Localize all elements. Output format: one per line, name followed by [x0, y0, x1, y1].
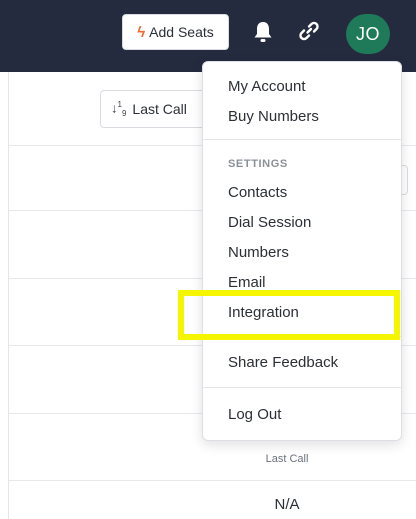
link-icon[interactable]: [298, 19, 320, 43]
sort-label: Last Call: [132, 101, 187, 117]
divider: [9, 480, 416, 481]
menu-item-contacts[interactable]: Contacts: [228, 184, 287, 201]
bolt-icon: ϟ: [137, 23, 146, 41]
add-seats-label: Add Seats: [149, 24, 214, 40]
menu-item-my-account[interactable]: My Account: [228, 78, 306, 95]
menu-separator: [203, 387, 401, 388]
sort-numeric-icon: ↓19: [111, 100, 127, 118]
account-dropdown-menu: My Account Buy Numbers SETTINGS Contacts…: [202, 61, 402, 441]
settings-section-label: SETTINGS: [228, 158, 288, 170]
add-seats-button[interactable]: ϟ Add Seats: [122, 14, 229, 50]
menu-item-share-feedback[interactable]: Share Feedback: [228, 354, 338, 371]
menu-item-integration[interactable]: Integration: [228, 304, 299, 321]
menu-item-numbers[interactable]: Numbers: [228, 244, 289, 261]
menu-item-dial-session[interactable]: Dial Session: [228, 214, 311, 231]
avatar[interactable]: JO: [346, 14, 390, 54]
bell-icon[interactable]: [252, 20, 274, 44]
menu-item-buy-numbers[interactable]: Buy Numbers: [228, 108, 319, 125]
menu-separator: [203, 139, 401, 140]
menu-item-log-out[interactable]: Log Out: [228, 406, 281, 423]
cell-value: N/A: [274, 496, 300, 513]
avatar-initials: JO: [355, 23, 380, 44]
column-label: Last Call: [265, 453, 309, 465]
menu-item-email[interactable]: Email: [228, 274, 266, 291]
menu-separator: [203, 336, 401, 337]
